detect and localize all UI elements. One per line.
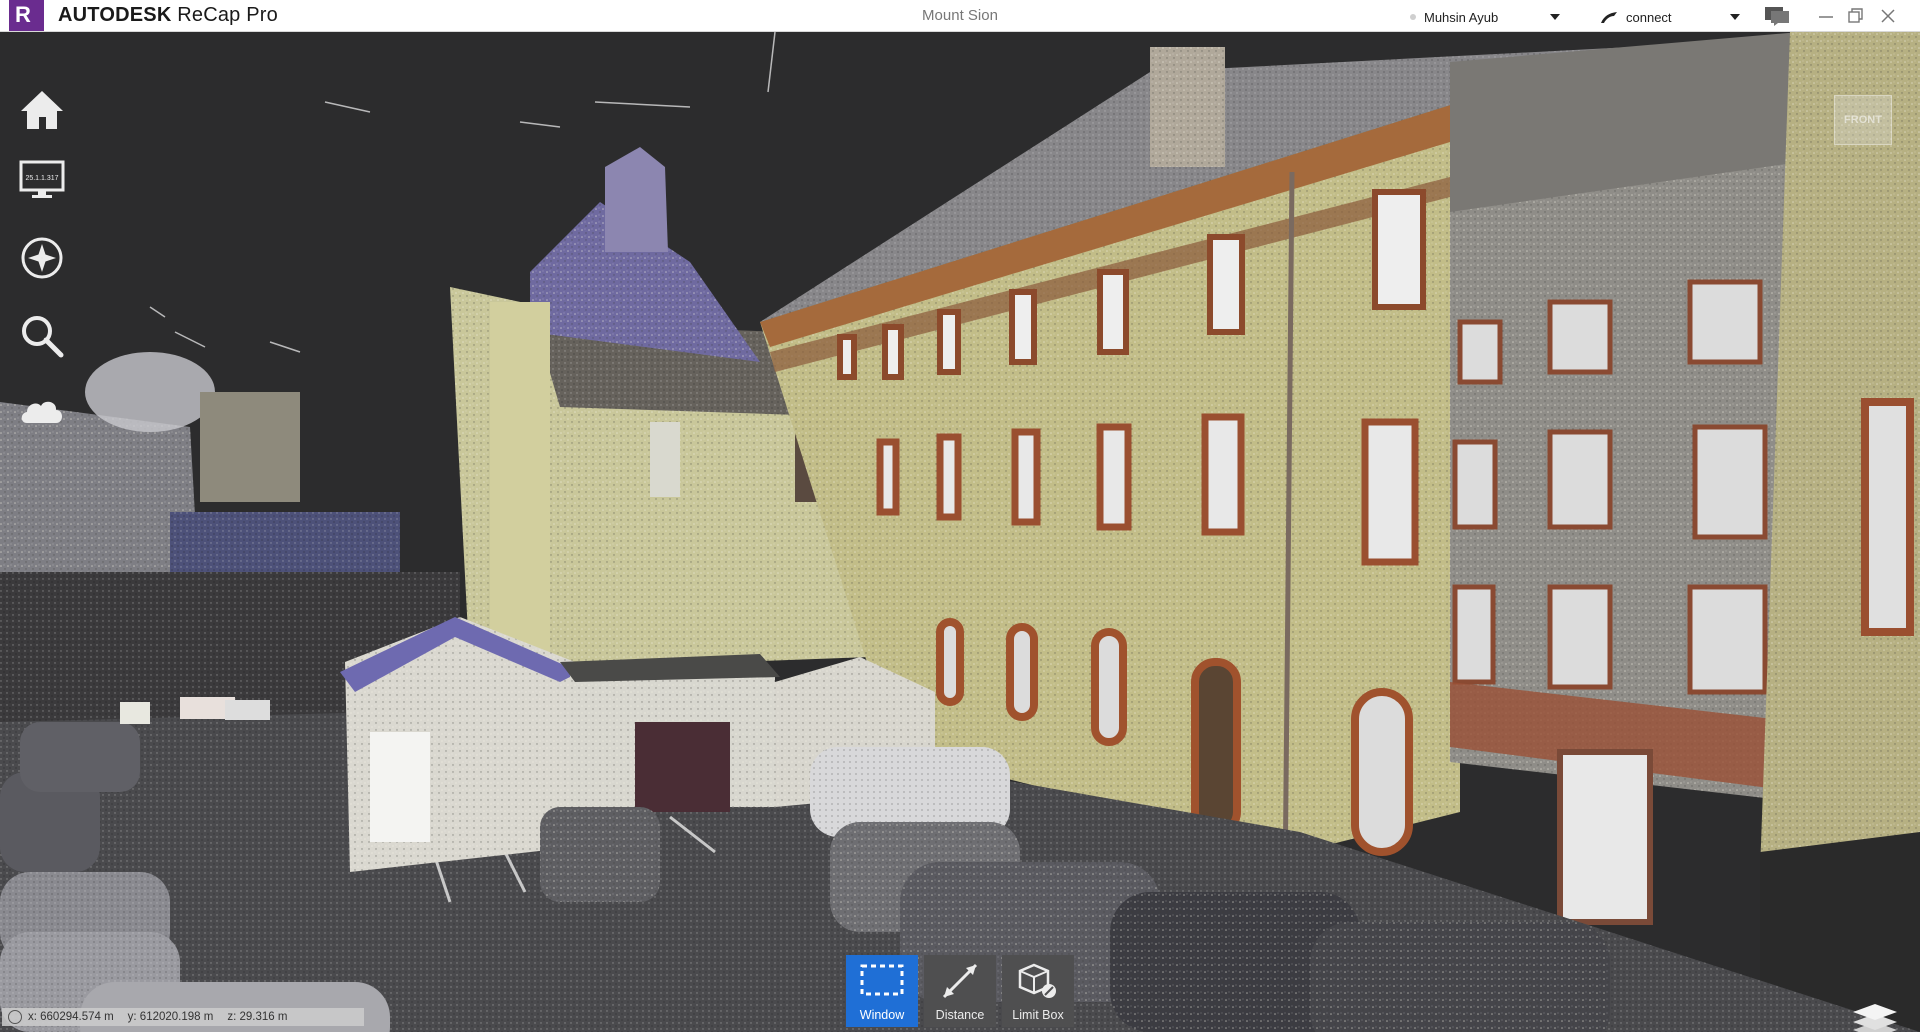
search-icon — [22, 316, 64, 358]
coord-z: z: 29.316 m — [227, 1011, 288, 1023]
monitor-icon: 25.1.1.317 — [19, 160, 65, 198]
orbit-button[interactable] — [14, 230, 70, 286]
measurement-toolbar: Window Distance Limit Box — [846, 955, 1074, 1027]
home-button[interactable] — [14, 82, 70, 138]
distance-button[interactable]: Distance — [924, 955, 996, 1027]
distance-label: Distance — [935, 1008, 985, 1022]
window-select-icon — [860, 964, 904, 996]
coord-y: y: 612020.198 m — [127, 1011, 214, 1023]
connect-label: connect — [1626, 9, 1672, 25]
viewcube[interactable]: FRONT — [1834, 95, 1892, 145]
user-name: Muhsin Ayub — [1424, 9, 1499, 25]
limit-box-button[interactable]: Limit Box — [1002, 955, 1074, 1027]
connect-icon — [1601, 12, 1617, 23]
limit-box-icon — [1018, 963, 1056, 998]
chat-icon[interactable] — [1764, 6, 1790, 26]
coordinate-readout: x: 660294.574 m y: 612020.198 m z: 29.31… — [2, 1008, 364, 1026]
user-menu[interactable]: Muhsin Ayub — [1410, 6, 1560, 28]
point-cloud-viewport[interactable]: 25.1.1.317 FRONT — [0, 32, 1920, 1032]
version-text: 25.1.1.317 — [25, 175, 58, 182]
search-button[interactable] — [14, 308, 70, 364]
distance-icon — [942, 963, 978, 999]
chevron-down-icon — [1550, 14, 1560, 20]
minimize-icon[interactable] — [1816, 6, 1836, 26]
limit-box-label: Limit Box — [1012, 1008, 1064, 1022]
window-select-button[interactable]: Window — [846, 955, 918, 1027]
home-icon — [21, 91, 63, 129]
viewcube-face-label: FRONT — [1844, 114, 1882, 126]
coord-x: x: 660294.574 m — [28, 1011, 114, 1023]
chevron-down-icon — [1730, 14, 1740, 20]
restore-icon[interactable] — [1846, 6, 1866, 26]
display-settings-button[interactable]: 25.1.1.317 — [14, 152, 70, 208]
close-icon[interactable] — [1878, 6, 1898, 26]
user-status-icon — [1410, 14, 1416, 20]
point-cloud-scene — [0, 32, 1920, 1032]
crosshair-icon — [8, 1010, 22, 1024]
orbit-icon — [21, 237, 63, 279]
connect-menu[interactable]: connect — [1600, 6, 1740, 28]
cloud-icon — [21, 401, 62, 423]
window-select-label: Window — [859, 1008, 905, 1022]
title-bar: R AUTODESK ReCap Pro Mount Sion Muhsin A… — [0, 0, 1920, 32]
cloud-button[interactable] — [14, 382, 70, 438]
layers-icon[interactable] — [1850, 1000, 1900, 1032]
